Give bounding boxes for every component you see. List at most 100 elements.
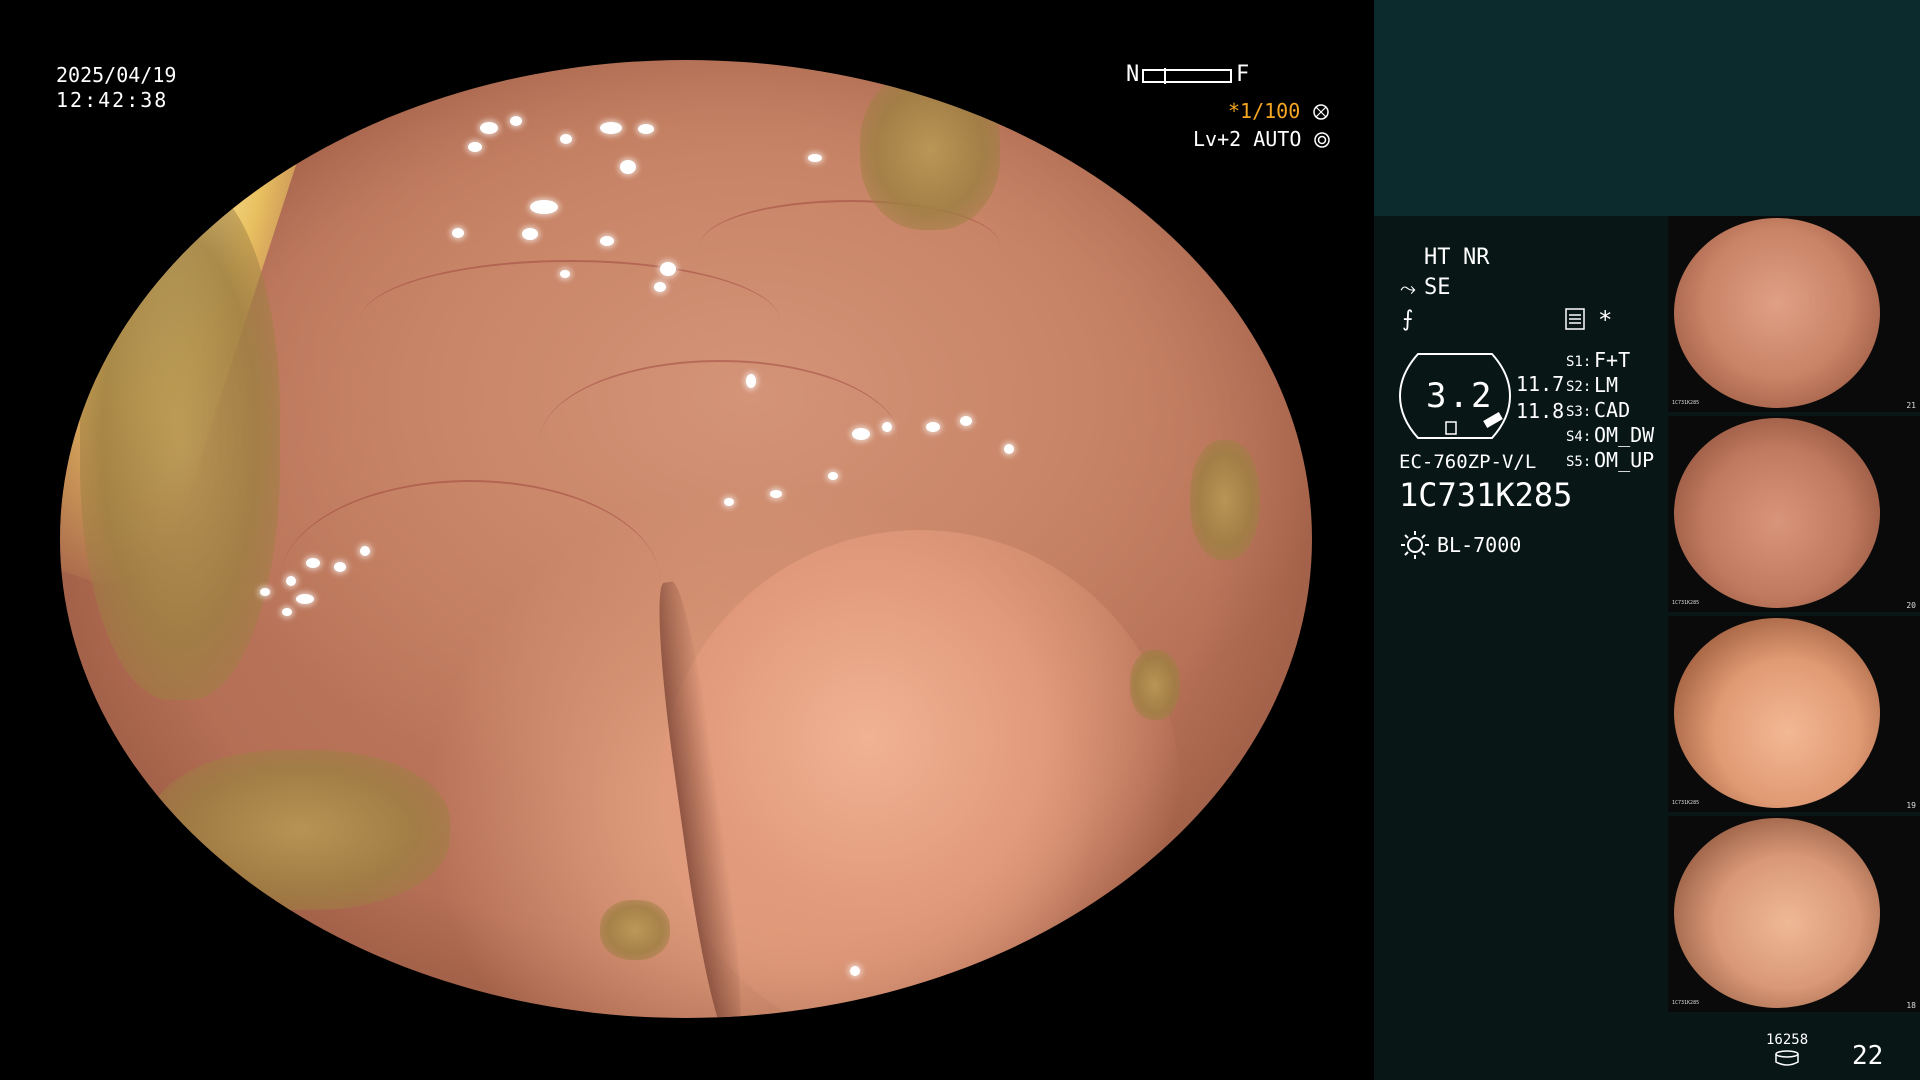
specular-highlight	[522, 228, 538, 240]
residue	[1190, 440, 1260, 560]
softkey-2-value: LM	[1594, 373, 1619, 397]
iris-mode: AUTO	[1253, 127, 1302, 151]
specular-highlight	[260, 588, 270, 596]
specular-highlight	[468, 142, 482, 152]
scope-serial: 1C731K285	[1399, 476, 1573, 514]
mucosal-fold	[660, 530, 1180, 1018]
se-indicator: SE	[1424, 275, 1451, 300]
zoom-value: 3.2	[1426, 376, 1494, 416]
specular-highlight	[960, 416, 972, 426]
specular-highlight	[926, 422, 940, 432]
softkey-5-label: S5:	[1566, 454, 1592, 470]
specular-highlight	[560, 270, 570, 278]
endoscope-live-view	[60, 60, 1312, 1018]
scope-value-b: 11.8	[1516, 399, 1565, 423]
residue	[150, 750, 450, 910]
thumbnail-number: 20	[1906, 601, 1916, 610]
brightness-level: Lv+2 AUTO	[1193, 128, 1331, 150]
vessel	[540, 360, 900, 522]
softkey-5-value: OM_UP	[1594, 448, 1655, 472]
exam-date: 2025/04/19	[56, 63, 177, 87]
softkey-2-label: S2:	[1566, 379, 1592, 395]
structure-enhance-icon: ⤳	[1400, 276, 1416, 300]
near-far-indicator: N F	[1126, 64, 1250, 88]
specular-highlight	[1004, 444, 1014, 454]
specular-highlight	[828, 472, 838, 480]
thumbnail-image	[1674, 218, 1880, 408]
specular-highlight	[560, 134, 572, 144]
image-count: 22	[1852, 1041, 1884, 1071]
endoscope-screen: 2025/04/19 12:42:38 N F *1/100 Lv+2 AUTO…	[0, 0, 1920, 1080]
specular-highlight	[600, 236, 614, 246]
near-label: N	[1126, 62, 1140, 87]
specular-highlight	[530, 200, 558, 214]
specular-highlight	[746, 374, 756, 388]
specular-highlight	[360, 546, 370, 556]
specular-highlight	[638, 124, 654, 134]
aperture-icon	[1313, 104, 1330, 120]
thumbnail-serial: 1C731K285	[1672, 1000, 1700, 1006]
specular-highlight	[808, 154, 822, 162]
shutter-speed: *1/100	[1228, 99, 1330, 123]
shutter-star: *	[1228, 99, 1241, 123]
thumbnail-serial: 1C731K285	[1672, 400, 1700, 406]
thumbnail-number: 19	[1906, 801, 1916, 810]
thumbnail-number: 21	[1906, 401, 1916, 410]
thumbnail-serial: 1C731K285	[1672, 800, 1700, 806]
residue	[80, 180, 280, 700]
star-indicator: *	[1598, 306, 1613, 334]
thumbnail-4[interactable]: 1C731K285 18	[1668, 816, 1920, 1012]
thumbnail-3[interactable]: 1C731K285 19	[1668, 616, 1920, 812]
focus-bar-icon	[1142, 68, 1232, 84]
specular-highlight	[296, 594, 314, 604]
specular-highlight	[334, 562, 346, 572]
light-source-model: BL-7000	[1437, 533, 1522, 557]
softkey-1-label: S1:	[1566, 354, 1592, 370]
thumbnail-image	[1674, 818, 1880, 1008]
thumbnail-serial: 1C731K285	[1672, 600, 1700, 606]
softkey-3-label: S3:	[1566, 404, 1592, 420]
residue	[860, 70, 1000, 230]
specular-highlight	[620, 160, 636, 174]
level-value: Lv+2	[1193, 127, 1242, 151]
specular-highlight	[306, 558, 320, 568]
info-panel-header	[1374, 0, 1920, 216]
thumbnail-2[interactable]: 1C731K285 20	[1668, 416, 1920, 612]
softkey-3-value: CAD	[1594, 398, 1631, 422]
storage-disk-icon	[1775, 1050, 1799, 1066]
shutter-value: 1/100	[1240, 99, 1301, 123]
specular-highlight	[600, 122, 622, 134]
specular-highlight	[452, 228, 464, 238]
specular-highlight	[480, 122, 498, 134]
far-label: F	[1236, 62, 1250, 87]
specular-highlight	[654, 282, 666, 292]
thumbnail-1[interactable]: 1C731K285 21	[1668, 216, 1920, 412]
scope-model: EC-760ZP-V/L	[1399, 451, 1537, 473]
settings-list-icon	[1565, 308, 1585, 330]
specular-highlight	[660, 262, 676, 276]
vessel	[280, 480, 660, 682]
residue	[600, 900, 670, 960]
filter-icon: ⨍	[1402, 307, 1414, 332]
specular-highlight	[724, 498, 734, 506]
thumbnail-image	[1674, 418, 1880, 608]
thumbnail-image	[1674, 618, 1880, 808]
specular-highlight	[882, 422, 892, 432]
light-source-icon	[1401, 531, 1429, 559]
iris-icon	[1314, 132, 1331, 148]
ht-indicator: HT	[1424, 245, 1451, 270]
storage-count: 16258	[1766, 1032, 1809, 1048]
exam-time: 12:42:38	[56, 88, 169, 112]
specular-highlight	[286, 576, 296, 586]
thumbnail-number: 18	[1906, 1001, 1916, 1010]
specular-highlight	[850, 966, 860, 976]
specular-highlight	[282, 608, 292, 616]
specular-highlight	[852, 428, 870, 440]
specular-highlight	[510, 116, 522, 126]
scope-value-a: 11.7	[1516, 372, 1565, 396]
specular-highlight	[770, 490, 782, 498]
softkey-4-value: OM_DW	[1594, 423, 1655, 447]
residue	[1130, 650, 1180, 720]
softkey-1-value: F+T	[1594, 348, 1631, 372]
nr-indicator: NR	[1463, 245, 1490, 270]
